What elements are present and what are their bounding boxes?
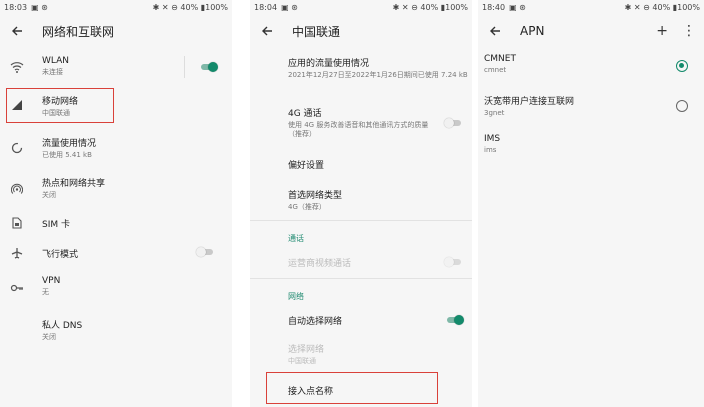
- item-title: SIM 卡: [42, 220, 70, 230]
- item-subtitle: 关闭: [42, 333, 56, 341]
- apn-item-ims[interactable]: IMS ims: [478, 134, 704, 160]
- choose-network-item: 选择网络 中国联通: [250, 342, 472, 368]
- apn-item-3gnet[interactable]: 沃宽带用户连接互联网 3gnet: [478, 94, 704, 120]
- vpn-key-icon: [10, 281, 24, 295]
- item-subtitle: 关闭: [42, 191, 56, 199]
- item-title: 偏好设置: [288, 161, 325, 171]
- apn-value: 3gnet: [484, 109, 505, 117]
- item-title: 自动选择网络: [288, 317, 343, 327]
- hotspot-icon: [10, 182, 24, 196]
- volte-toggle[interactable]: [444, 118, 462, 128]
- apn-radio-selected[interactable]: [676, 60, 688, 72]
- more-options-icon[interactable]: ⋮: [682, 23, 696, 39]
- item-title: 流量使用情况: [42, 139, 97, 149]
- status-time: 18:40: [482, 3, 506, 12]
- item-subtitle: 未连接: [42, 68, 63, 76]
- status-bar: 18:40 ▣ ⊛ ✱ ✕ ⊖ 40% ▮100%: [478, 0, 704, 15]
- section-header-calls: 通话: [288, 234, 304, 243]
- apn-name: CMNET: [484, 54, 516, 64]
- data-usage-icon: [10, 141, 24, 155]
- item-subtitle: 使用 4G 服务改善语音和其他通讯方式的质量（推荐）: [288, 121, 429, 139]
- settings-item-data-usage[interactable]: 流量使用情况 已使用 5.41 kB: [0, 132, 232, 164]
- apn-item-cmnet[interactable]: CMNET cmnet: [478, 54, 704, 80]
- divider: [250, 278, 472, 279]
- item-title: 运营商视频通话: [288, 259, 352, 269]
- add-apn-button[interactable]: +: [656, 23, 668, 39]
- auto-select-network-toggle[interactable]: [446, 315, 464, 325]
- item-title: 私人 DNS: [42, 321, 83, 331]
- divider: [250, 220, 472, 221]
- item-subtitle: 4G（推荐）: [288, 203, 326, 211]
- item-subtitle: 无: [42, 288, 49, 296]
- preferences-item[interactable]: 偏好设置: [250, 156, 472, 172]
- airplane-icon: [10, 246, 24, 260]
- settings-item-vpn[interactable]: VPN 无: [0, 272, 232, 304]
- item-title: 4G 通话: [288, 109, 322, 119]
- item-subtitle: 中国联通: [288, 357, 316, 365]
- app-bar: 中国联通: [250, 15, 472, 47]
- wifi-icon: [10, 60, 24, 74]
- notification-icons: ▣ ⊛: [509, 3, 526, 12]
- settings-item-airplane[interactable]: 飞行模式: [0, 242, 232, 264]
- item-subtitle: 2021年12月27日至2022年1月26日期间已使用 7.24 kB: [288, 71, 468, 79]
- item-title: 应用的流量使用情况: [288, 59, 370, 69]
- sim-card-icon: [10, 216, 24, 230]
- app-bar: 网络和互联网: [0, 15, 232, 47]
- divider: [184, 56, 185, 78]
- highlight-box: [6, 88, 114, 123]
- page-title: 网络和互联网: [42, 24, 115, 39]
- item-title: 选择网络: [288, 345, 325, 355]
- apn-radio[interactable]: [676, 100, 688, 112]
- highlight-box: [266, 372, 438, 404]
- status-time: 18:04: [254, 3, 278, 12]
- status-indicators: ✱ ✕ ⊖ 40% ▮100%: [624, 3, 700, 12]
- status-time: 18:03: [4, 3, 28, 12]
- preferred-network-type-item[interactable]: 首选网络类型 4G（推荐）: [250, 188, 472, 214]
- page-title: APN: [520, 24, 545, 38]
- item-title: VPN: [42, 276, 61, 286]
- volte-calling-item[interactable]: 4G 通话 使用 4G 服务改善语音和其他通讯方式的质量（推荐）: [250, 106, 472, 146]
- page-title: 中国联通: [292, 24, 341, 39]
- network-internet-screen: 18:03 ▣ ⊛ ✱ ✕ ⊖ 40% ▮100% 网络和互联网 WLAN 未连…: [0, 0, 232, 407]
- status-bar: 18:03 ▣ ⊛ ✱ ✕ ⊖ 40% ▮100%: [0, 0, 232, 15]
- carrier-settings-screen: 18:04 ▣ ⊛ ✱ ✕ ⊖ 40% ▮100% 中国联通 应用的流量使用情况…: [250, 0, 472, 407]
- video-calling-toggle: [444, 257, 462, 267]
- settings-item-wlan[interactable]: WLAN 未连接: [0, 52, 232, 84]
- status-indicators: ✱ ✕ ⊖ 40% ▮100%: [152, 3, 228, 12]
- app-data-usage-item[interactable]: 应用的流量使用情况 2021年12月27日至2022年1月26日期间已使用 7.…: [250, 56, 472, 96]
- auto-select-network-item[interactable]: 自动选择网络: [250, 312, 472, 328]
- item-title: 飞行模式: [42, 250, 79, 260]
- settings-item-private-dns[interactable]: 私人 DNS 关闭: [0, 314, 232, 346]
- apn-value: ims: [484, 146, 497, 154]
- apn-value: cmnet: [484, 66, 507, 74]
- back-arrow-icon[interactable]: [8, 22, 26, 40]
- item-title: 首选网络类型: [288, 191, 343, 201]
- apn-name: IMS: [484, 134, 501, 144]
- apn-screen: 18:40 ▣ ⊛ ✱ ✕ ⊖ 40% ▮100% APN + ⋮ CMNET …: [478, 0, 704, 407]
- back-arrow-icon[interactable]: [258, 22, 276, 40]
- notification-icons: ▣ ⊛: [31, 3, 48, 12]
- app-bar: APN + ⋮: [478, 15, 704, 47]
- carrier-video-calling-item: 运营商视频通话: [250, 254, 472, 270]
- airplane-mode-toggle[interactable]: [196, 247, 214, 257]
- item-title: 热点和网络共享: [42, 179, 106, 189]
- item-subtitle: 已使用 5.41 kB: [42, 151, 92, 159]
- notification-icons: ▣ ⊛: [281, 3, 298, 12]
- settings-item-hotspot[interactable]: 热点和网络共享 关闭: [0, 172, 232, 204]
- status-indicators: ✱ ✕ ⊖ 40% ▮100%: [392, 3, 468, 12]
- wlan-toggle[interactable]: [200, 62, 218, 72]
- apn-name: 沃宽带用户连接互联网: [484, 97, 575, 107]
- status-bar: 18:04 ▣ ⊛ ✱ ✕ ⊖ 40% ▮100%: [250, 0, 472, 15]
- settings-item-sim[interactable]: SIM 卡: [0, 212, 232, 234]
- item-title: WLAN: [42, 56, 70, 66]
- section-header-network: 网络: [288, 292, 304, 301]
- back-arrow-icon[interactable]: [486, 22, 504, 40]
